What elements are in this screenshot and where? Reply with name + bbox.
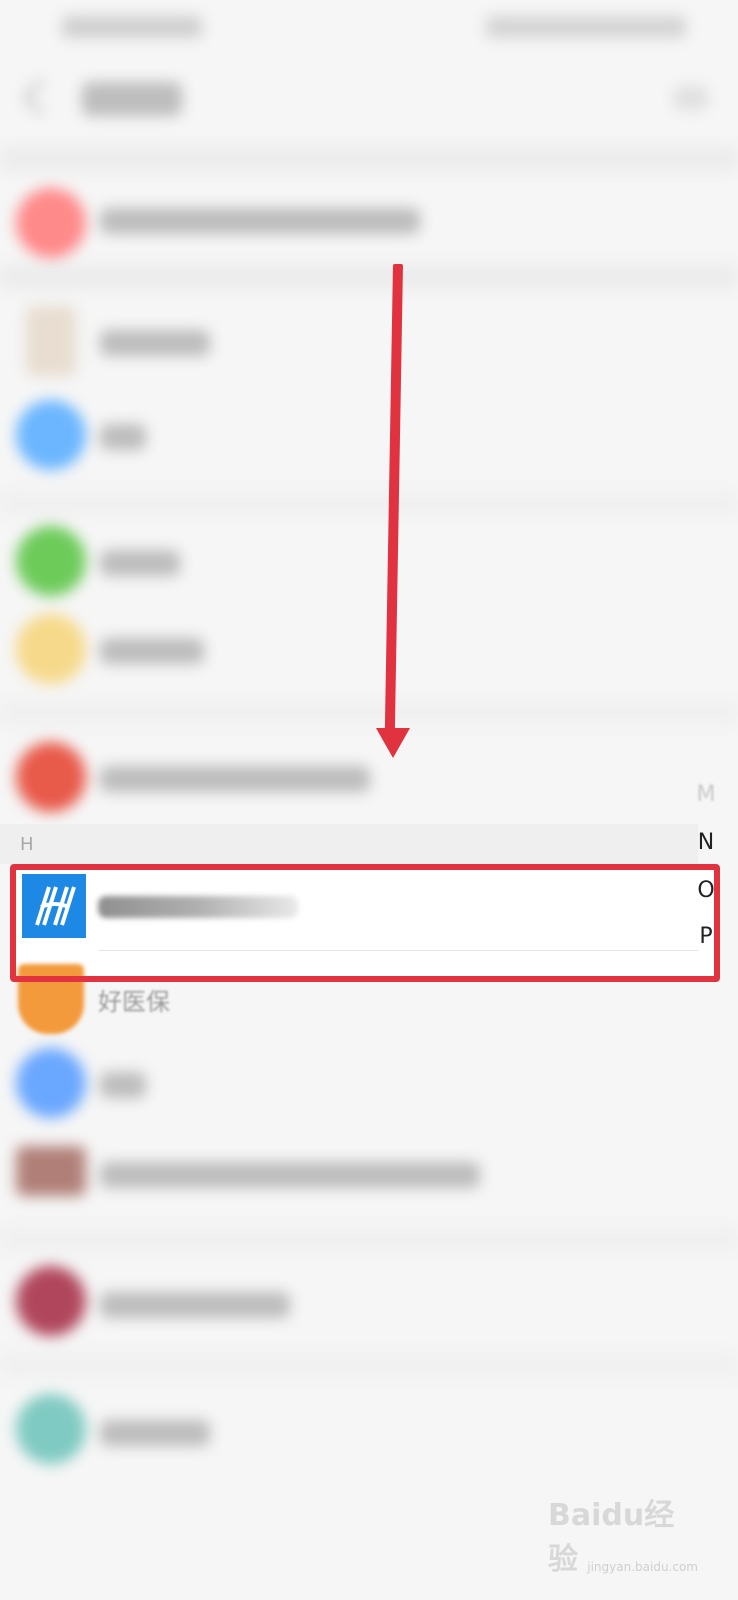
app-label xyxy=(100,638,204,664)
app-icon xyxy=(16,188,86,258)
app-icon xyxy=(16,400,86,470)
section-header: H xyxy=(0,824,698,864)
more-icon[interactable] xyxy=(674,86,708,110)
arrow-down-icon xyxy=(376,728,410,758)
app-icon xyxy=(16,1266,86,1336)
app-icon xyxy=(16,1048,86,1118)
app-icon xyxy=(16,1146,86,1196)
app-label xyxy=(100,424,146,450)
index-letter-n[interactable]: N xyxy=(694,830,718,855)
section-divider xyxy=(0,700,738,726)
section-divider xyxy=(0,146,738,172)
app-icon xyxy=(26,306,76,376)
index-letter-p[interactable]: P xyxy=(694,924,718,949)
index-letter-o[interactable]: O xyxy=(694,878,718,903)
app-label xyxy=(100,1162,480,1188)
app-icon xyxy=(16,1394,86,1464)
status-left xyxy=(62,16,202,38)
app-label xyxy=(100,1420,210,1446)
section-letter: H xyxy=(20,834,34,855)
app-icon xyxy=(16,614,86,684)
section-divider xyxy=(0,1352,738,1378)
app-label xyxy=(100,208,420,234)
highlight-annotation-box xyxy=(10,864,720,982)
section-divider xyxy=(0,264,738,290)
page-title xyxy=(82,82,182,116)
app-label xyxy=(100,550,180,576)
next-app-name: 好医保 xyxy=(98,988,170,1016)
app-label xyxy=(100,1292,290,1318)
section-divider xyxy=(0,490,738,516)
app-label xyxy=(100,330,210,356)
section-divider xyxy=(0,1226,738,1252)
app-label xyxy=(100,1072,146,1098)
baidu-watermark-url: jingyan.baidu.com xyxy=(587,1560,698,1574)
status-right xyxy=(486,16,686,38)
index-letter-m[interactable]: M xyxy=(694,782,718,807)
blurred-background xyxy=(0,0,738,1600)
status-bar xyxy=(0,0,738,56)
app-icon xyxy=(16,742,86,812)
nav-bar xyxy=(0,56,738,146)
back-icon[interactable] xyxy=(22,78,60,116)
app-icon xyxy=(16,526,86,596)
baidu-watermark: Baidu经验 xyxy=(548,1498,675,1577)
app-label xyxy=(100,766,370,792)
